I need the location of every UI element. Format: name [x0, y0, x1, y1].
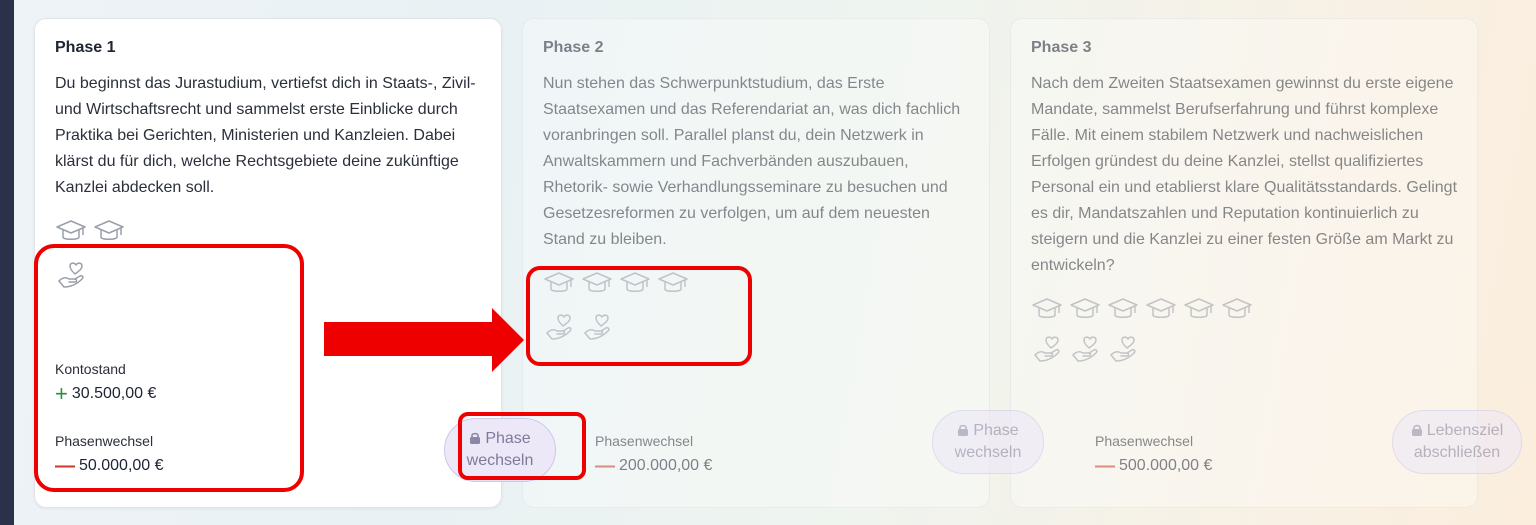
minus-icon: — — [595, 455, 615, 477]
phase-board: Phase 1 Du beginnst das Jurastudium, ver… — [14, 0, 1536, 525]
graduation-cap-icon — [55, 215, 87, 247]
lock-icon — [957, 424, 969, 436]
lock-icon — [1411, 424, 1423, 436]
button-label: Lebensziel — [1426, 422, 1504, 439]
graduation-cap-icon — [1221, 293, 1253, 325]
phase-title: Phase 1 — [55, 39, 116, 56]
phase-description: Nach dem Zweiten Staatsexamen gewinnst d… — [1031, 75, 1458, 274]
highlight-phase2-requirements — [526, 266, 752, 366]
phase-title: Phase 3 — [1031, 39, 1092, 56]
graduation-cap-icon — [1069, 293, 1101, 325]
handshake-heart-icon — [1069, 333, 1101, 365]
phase-description: Du beginnst das Jurastudium, vertiefst d… — [55, 75, 476, 196]
graduation-cap-icon — [1183, 293, 1215, 325]
handshake-heart-icon — [1107, 333, 1139, 365]
phase-change-value: 200.000,00 € — [619, 457, 713, 474]
graduation-cap-icon — [1031, 293, 1063, 325]
handshake-heart-icon — [1031, 333, 1063, 365]
phase-card-2: Phase 2 Nun stehen das Schwerpunktstudiu… — [522, 18, 990, 508]
button-label: wechseln — [954, 444, 1022, 461]
graduation-cap-icon — [1145, 293, 1177, 325]
button-label: abschließen — [1413, 444, 1501, 461]
minus-icon: — — [1095, 455, 1115, 477]
phase-change-cost: Phasenwechsel — 200.000,00 € — [595, 433, 713, 477]
phase-requirements — [1031, 291, 1457, 367]
graduation-cap-icon — [93, 215, 125, 247]
phase-change-label: Phasenwechsel — [1095, 433, 1194, 449]
phase-change-value: 500.000,00 € — [1119, 457, 1213, 474]
graduation-cap-icon — [1107, 293, 1139, 325]
phase-change-label: Phasenwechsel — [595, 433, 694, 449]
highlight-phase1-stats — [34, 244, 304, 492]
highlight-switch-button — [458, 412, 586, 480]
arrow-right-icon — [324, 308, 524, 372]
phase-title: Phase 2 — [543, 39, 604, 56]
phase-change-cost: Phasenwechsel — 500.000,00 € — [1095, 433, 1213, 477]
finish-life-goal-button[interactable]: Lebensziel abschließen — [1392, 410, 1522, 474]
button-label: Phase — [973, 422, 1019, 439]
phase-description: Nun stehen das Schwerpunktstudium, das E… — [543, 75, 961, 248]
switch-phase-button-locked[interactable]: Phase wechseln — [932, 410, 1044, 474]
